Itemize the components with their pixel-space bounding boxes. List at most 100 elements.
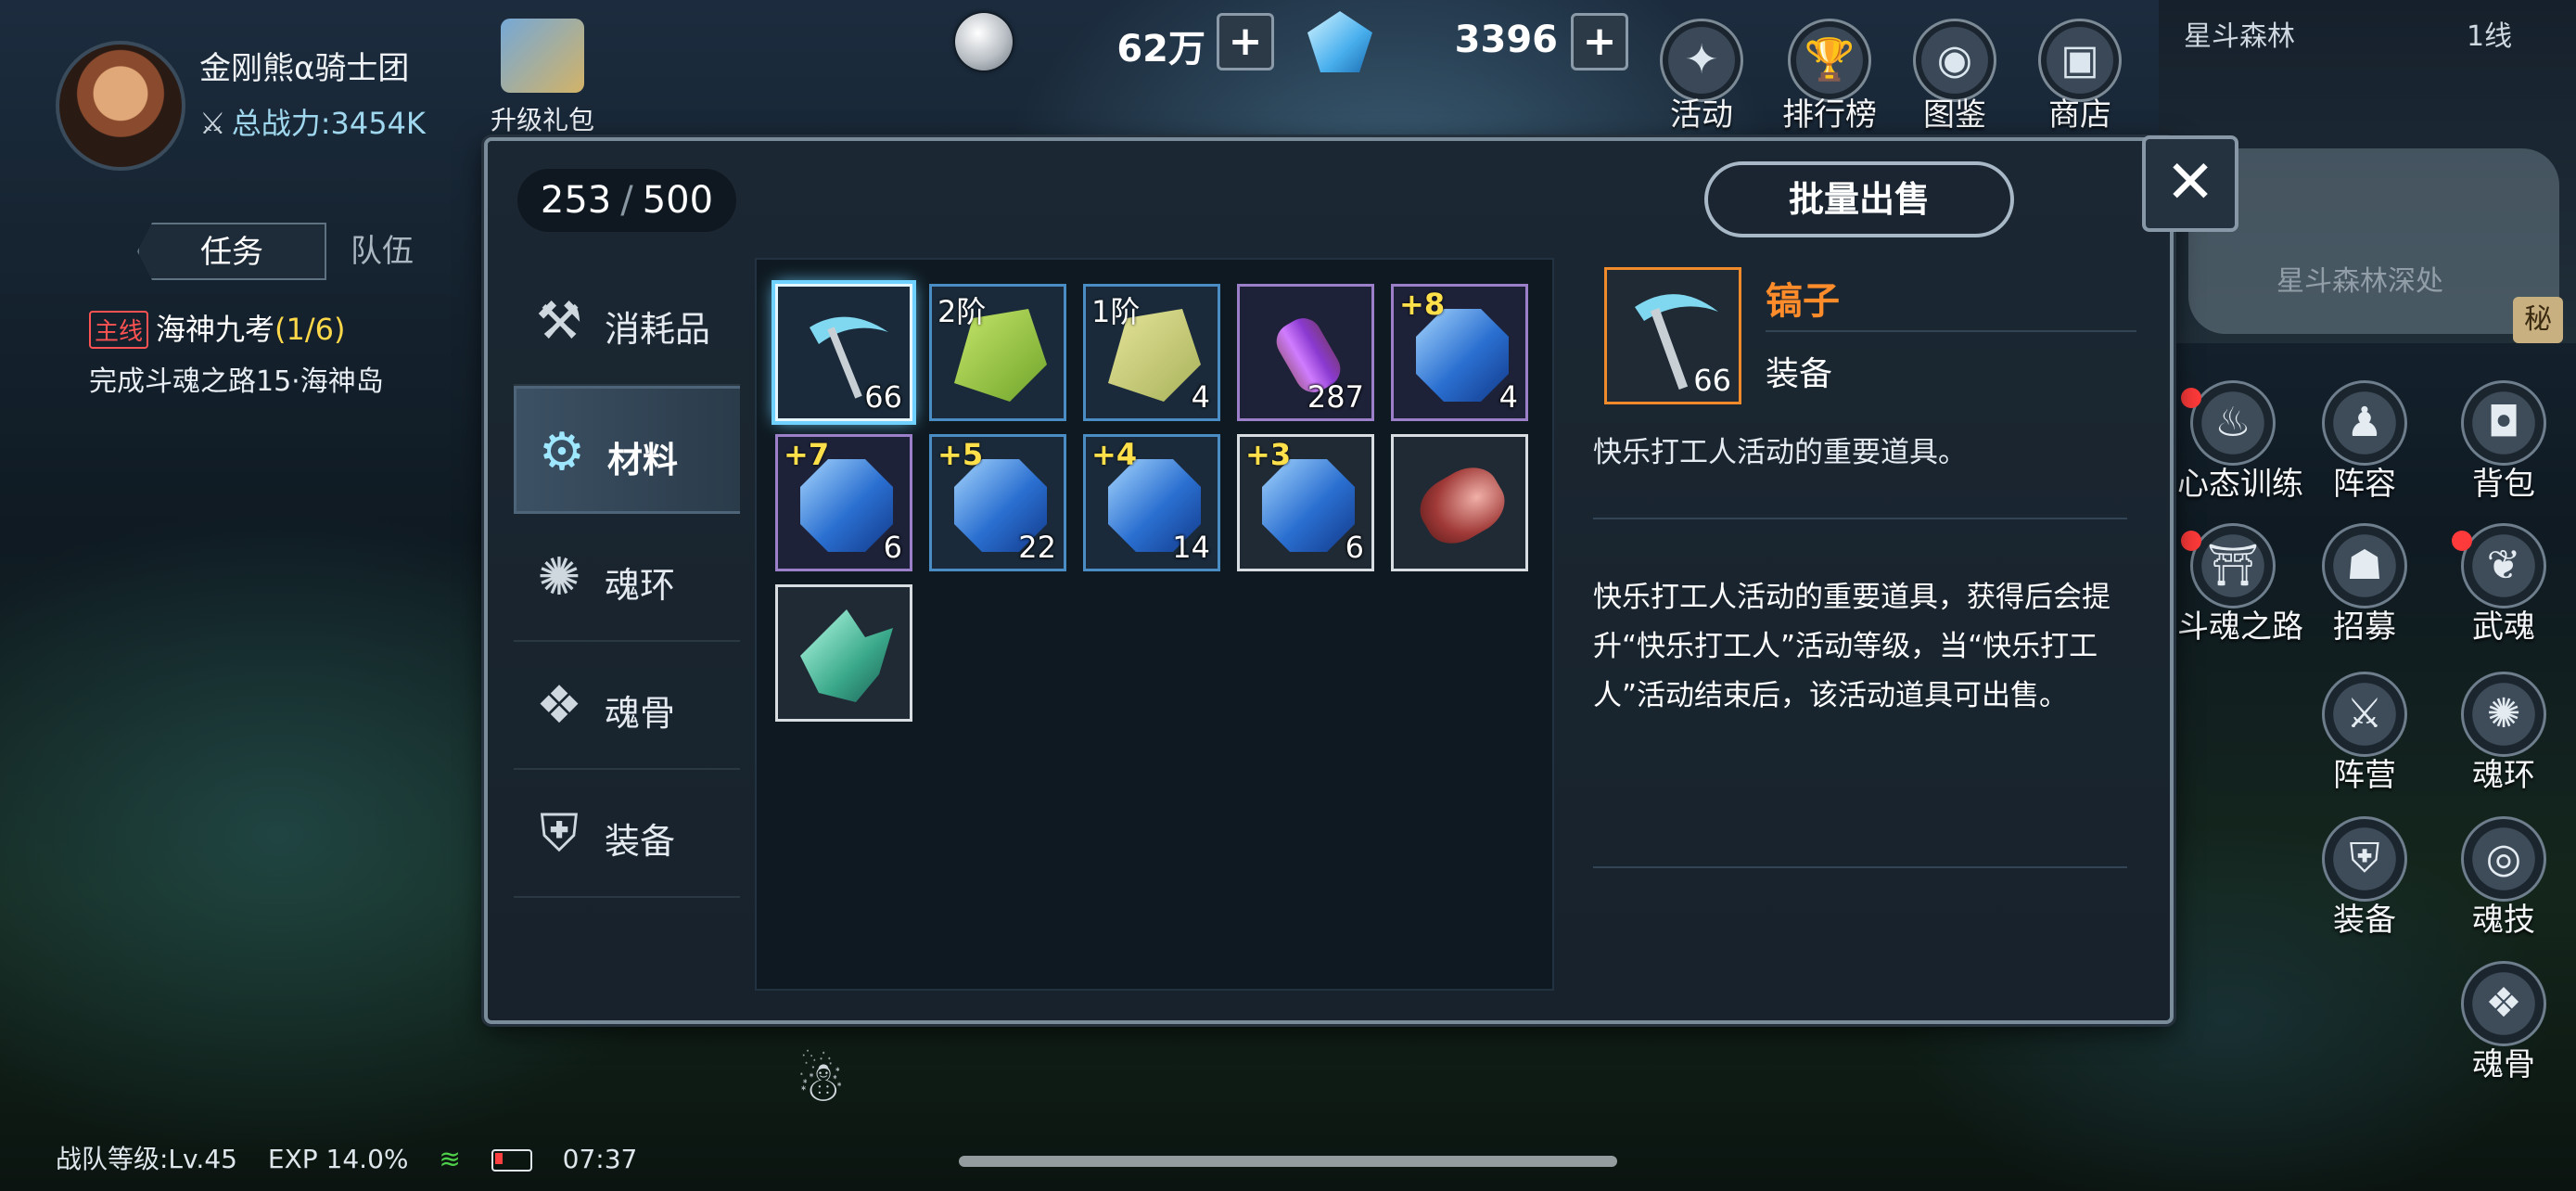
top-menu-trophy[interactable]: 🏆 排行榜 <box>1779 19 1881 134</box>
detail-item-type: 装备 <box>1766 355 1833 393</box>
item-quantity: 287 <box>1307 379 1364 415</box>
gem-icon <box>1416 309 1509 402</box>
secret-badge[interactable]: 秘 <box>2513 297 2563 343</box>
category-tab-consumable[interactable]: ⚒ 消耗品 <box>514 258 740 386</box>
server-line[interactable]: 1线 <box>2467 13 2512 54</box>
player-profile[interactable]: 金刚熊α骑士团 ⚔ 总战力:3454K <box>56 33 501 173</box>
bag-used-count: 253 <box>540 179 612 222</box>
top-menu-shop[interactable]: ▣ 商店 <box>2029 19 2131 134</box>
item-quantity: 4 <box>1191 379 1210 415</box>
side-menu-soul-skill[interactable]: ◎ 魂技 <box>2448 816 2559 940</box>
side-menu-label: 魂骨 <box>2472 1046 2535 1083</box>
character-silhouette-icon[interactable]: ☃ <box>788 1050 853 1124</box>
side-menu-meditation[interactable]: ♨ 心态训练 <box>2177 380 2303 504</box>
martial-soul-icon: ❦ <box>2461 523 2546 608</box>
side-menu-label: 武魂 <box>2472 608 2535 646</box>
side-menu-soul-bone[interactable]: ❖ 魂骨 <box>2448 961 2559 1084</box>
player-avatar[interactable] <box>56 41 185 171</box>
item-enhance-level: +5 <box>937 437 984 472</box>
side-menu-recruit[interactable]: ☗ 招募 <box>2309 523 2420 647</box>
detail-short-description: 快乐打工人活动的重要道具。 <box>1593 436 1967 469</box>
category-tab-soul-bone[interactable]: ❖ 魂骨 <box>514 642 740 770</box>
side-menu-martial-soul[interactable]: ❦ 武魂 <box>2448 523 2559 647</box>
side-menu-label: 心态训练 <box>2177 466 2303 503</box>
coin-amount: 62万 <box>1116 28 1205 70</box>
top-menu-label: 图鉴 <box>1923 96 1986 134</box>
team-level: 战队等级:Lv.45 <box>56 1144 237 1174</box>
item-quantity: 22 <box>1018 530 1056 565</box>
category-label: 魂骨 <box>605 693 676 734</box>
side-menu-lineup[interactable]: ♟ 阵容 <box>2309 380 2420 504</box>
add-gems-button[interactable]: + <box>1571 13 1628 70</box>
tab-quest[interactable]: 任务 <box>137 223 326 280</box>
item-slot-pickaxe[interactable]: 66 <box>775 284 912 421</box>
add-coins-button[interactable]: + <box>1217 13 1274 70</box>
equipment-icon: ⛨ <box>2322 816 2407 902</box>
item-enhance-level: +8 <box>1399 287 1446 322</box>
quest-title: 海神九考 <box>156 312 275 347</box>
item-tier: 1阶 <box>1091 294 1141 329</box>
upgrade-gift-button[interactable]: 升级礼包 <box>487 19 598 139</box>
category-label: 装备 <box>605 821 676 862</box>
item-slot-log[interactable] <box>1391 434 1528 571</box>
side-menu-soul-ring[interactable]: ✺ 魂环 <box>2448 672 2559 795</box>
quest-tracker[interactable]: 主线 海神九考(1/6) 完成斗魂之路15·海神岛 <box>89 306 497 399</box>
divider <box>1593 866 2127 868</box>
bag-max-count: 500 <box>642 179 714 222</box>
item-slot-leaf-material[interactable]: 2阶 <box>929 284 1066 421</box>
meditation-icon: ♨ <box>2190 380 2276 466</box>
notification-dot <box>2181 531 2201 551</box>
category-tab-equipment[interactable]: ⛨ 装备 <box>514 770 740 898</box>
bag-dialog: 253/500 批量出售 ⚒ 消耗品 ⚙ 材料 ✺ 魂环 ❖ 魂骨 ⛨ 装备 66 2阶 1阶 4 287… <box>484 137 2174 1024</box>
side-menu-backpack[interactable]: ◘ 背包 <box>2448 380 2559 504</box>
tab-team[interactable]: 队伍 <box>351 223 453 280</box>
total-power: ⚔ 总战力:3454K <box>199 100 426 143</box>
gem-icon <box>800 459 893 552</box>
item-slot-gem[interactable]: +5 22 <box>929 434 1066 571</box>
side-menu-label: 魂技 <box>2472 902 2535 939</box>
side-menu-camp[interactable]: ⚔ 阵营 <box>2309 672 2420 795</box>
item-enhance-level: +3 <box>1245 437 1292 472</box>
item-slot-gem[interactable]: +8 4 <box>1391 284 1528 421</box>
top-menu-label: 商店 <box>2048 96 2111 134</box>
camp-icon: ⚔ <box>2322 672 2407 757</box>
side-menu-label: 装备 <box>2333 902 2396 939</box>
item-slot-crystal[interactable] <box>775 584 912 722</box>
item-slot-leaf-material[interactable]: 1阶 4 <box>1083 284 1220 421</box>
soul-skill-icon: ◎ <box>2461 816 2546 902</box>
divider <box>1593 518 2127 519</box>
bulk-sell-button[interactable]: 批量出售 <box>1704 161 2014 237</box>
soul-road-icon: ⛩ <box>2190 523 2276 608</box>
detail-item-name: 镐子 <box>1766 280 1840 323</box>
material-anvil-icon: ⚙ <box>538 422 586 482</box>
category-tab-soul-ring[interactable]: ✺ 魂环 <box>514 514 740 642</box>
item-slot-gem[interactable]: +7 6 <box>775 434 912 571</box>
main-quest-tag: 主线 <box>89 311 149 349</box>
wifi-icon: ≋ <box>439 1144 461 1174</box>
notification-dot <box>2452 531 2472 551</box>
item-quantity: 4 <box>1498 379 1518 415</box>
divider <box>1766 330 2136 332</box>
top-menu-label: 排行榜 <box>1782 96 1877 134</box>
soul-bone-icon: ❖ <box>2461 961 2546 1046</box>
home-indicator[interactable] <box>959 1156 1617 1167</box>
side-menu-equipment[interactable]: ⛨ 装备 <box>2309 816 2420 940</box>
power-label: 总战力: <box>231 106 331 141</box>
map-name: 星斗森林 <box>2184 20 2295 53</box>
item-quantity: 14 <box>1172 530 1210 565</box>
soul-bone-icon: ❖ <box>535 675 583 736</box>
item-quantity: 66 <box>864 379 902 415</box>
exp-percent: EXP 14.0% <box>267 1144 409 1174</box>
side-menu-soul-road[interactable]: ⛩ 斗魂之路 <box>2177 523 2303 647</box>
item-slot-gem[interactable]: +3 6 <box>1237 434 1374 571</box>
item-slot-vial[interactable]: 287 <box>1237 284 1374 421</box>
top-menu-codex[interactable]: ◉ 图鉴 <box>1904 19 2006 134</box>
close-button[interactable]: ✕ <box>2142 135 2238 232</box>
lineup-icon: ♟ <box>2322 380 2407 466</box>
item-enhance-level: +4 <box>1091 437 1138 472</box>
top-menu-activity[interactable]: ✦ 活动 <box>1651 19 1753 134</box>
category-label: 魂环 <box>605 565 676 606</box>
item-slot-gem[interactable]: +4 14 <box>1083 434 1220 571</box>
item-grid: 66 2阶 1阶 4 287 +8 4 +7 6 +5 22 +4 14 +3 6 <box>755 258 1554 991</box>
category-tab-material-anvil[interactable]: ⚙ 材料 <box>514 386 740 514</box>
